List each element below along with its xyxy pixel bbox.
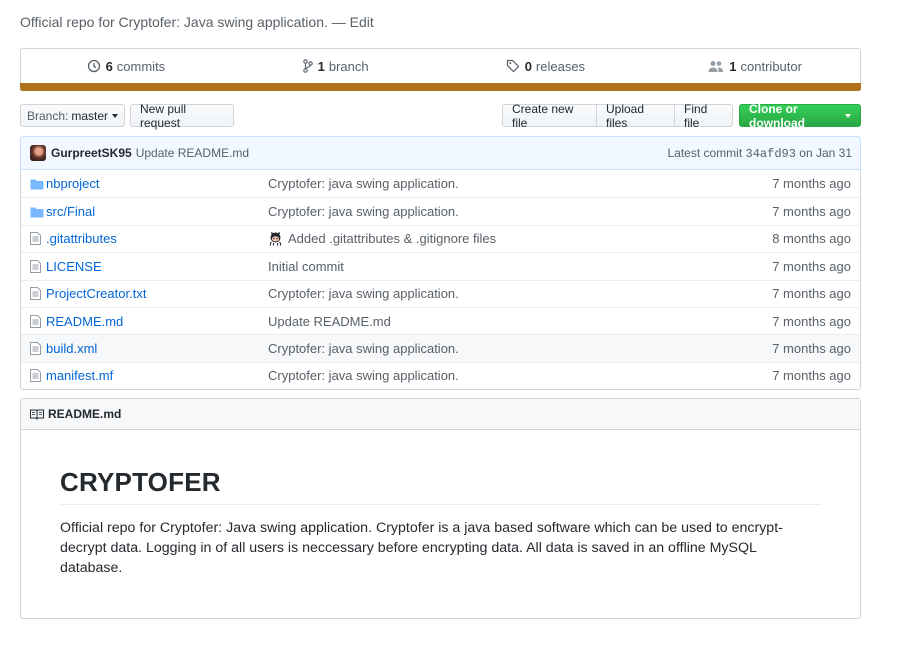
folder-icon — [21, 178, 46, 190]
file-icon — [21, 287, 46, 301]
contributors-label: contributor — [740, 58, 802, 74]
latest-commit-bar: GurpreetSK95 Update README.md Latest com… — [20, 136, 861, 170]
file-name-link[interactable]: LICENSE — [46, 259, 268, 274]
readme-body: CRYPTOFER Official repo for Cryptofer: J… — [21, 430, 860, 578]
file-age: 7 months ago — [772, 258, 851, 274]
repo-description-text: Official repo for Cryptofer: Java swing … — [20, 14, 328, 30]
commit-date: on Jan 31 — [799, 145, 852, 160]
file-icon — [21, 342, 46, 356]
contributors-count: 1 — [729, 58, 737, 74]
readme-panel: README.md CRYPTOFER Official repo for Cr… — [20, 398, 861, 619]
file-commit-message[interactable]: Cryptofer: java swing application. — [268, 176, 740, 191]
people-icon — [708, 60, 724, 72]
table-row: src/Final Cryptofer: java swing applicat… — [21, 197, 860, 224]
releases-label: releases — [535, 58, 586, 74]
file-age: 8 months ago — [772, 231, 851, 247]
file-icon — [21, 232, 46, 246]
file-commit-message[interactable]: Cryptofer: java swing application. — [268, 286, 740, 301]
clone-download-button[interactable]: Clone or download — [739, 101, 861, 130]
file-commit-message-cell: Added .gitattributes & .gitignore files — [268, 231, 740, 246]
commits-label: commits — [116, 58, 166, 74]
releases-link[interactable]: 0 releases — [441, 49, 651, 83]
branch-select-button[interactable]: Branch: master — [20, 104, 125, 127]
clone-label: Clone or download — [749, 101, 805, 130]
branch-icon — [302, 59, 313, 73]
branches-link[interactable]: 1 branch — [231, 49, 441, 83]
upload-files-button[interactable]: Upload files — [596, 102, 675, 130]
edit-description-link[interactable]: Edit — [350, 14, 374, 30]
file-name-link[interactable]: manifest.mf — [46, 368, 268, 383]
file-name-link[interactable]: src/Final — [46, 204, 268, 219]
new-pull-request-button[interactable]: New pull request — [130, 102, 234, 130]
file-commit-message[interactable]: Initial commit — [268, 259, 740, 274]
description-separator: — — [331, 14, 346, 30]
table-row: LICENSE Initial commit 7 months ago — [21, 252, 860, 279]
branches-label: branch — [328, 58, 369, 74]
file-age: 7 months ago — [772, 286, 851, 302]
caret-down-icon — [112, 113, 119, 118]
commit-sha[interactable]: 34afd93 — [746, 147, 796, 161]
table-row: .gitattributes Added .gitattributes & .g… — [21, 224, 860, 252]
table-row: build.xml Cryptofer: java swing applicat… — [21, 334, 860, 362]
file-commit-message[interactable]: Update README.md — [268, 314, 740, 329]
create-new-file-button[interactable]: Create new file — [502, 102, 597, 130]
readme-filename: README.md — [48, 407, 122, 421]
table-row: README.md Update README.md 7 months ago — [21, 306, 860, 334]
file-icon — [21, 259, 46, 273]
caret-down-icon — [845, 113, 851, 118]
file-commit-message[interactable]: Cryptofer: java swing application. — [268, 341, 740, 356]
commit-message[interactable]: Update README.md — [136, 146, 249, 160]
file-age: 7 months ago — [772, 368, 851, 384]
file-age: 7 months ago — [772, 176, 851, 192]
latest-commit-prefix: Latest commit — [667, 145, 743, 160]
repo-description: Official repo for Cryptofer: Java swing … — [20, 12, 374, 32]
book-icon — [30, 409, 44, 420]
history-icon — [87, 59, 100, 73]
language-bar[interactable] — [20, 83, 861, 91]
table-row: ProjectCreator.txt Cryptofer: java swing… — [21, 279, 860, 307]
file-age: 7 months ago — [772, 341, 851, 357]
branches-count: 1 — [317, 58, 325, 74]
commit-author[interactable]: GurpreetSK95 — [51, 146, 132, 160]
readme-paragraph: Official repo for Cryptofer: Java swing … — [60, 520, 783, 576]
file-age: 7 months ago — [772, 313, 851, 329]
releases-count: 0 — [524, 58, 532, 74]
branch-name: master — [71, 108, 109, 123]
commits-count: 6 — [105, 58, 113, 74]
file-commit-message[interactable]: Added .gitattributes & .gitignore files — [288, 231, 496, 246]
file-list: nbproject Cryptofer: java swing applicat… — [20, 170, 861, 391]
file-age: 7 months ago — [772, 204, 851, 220]
contributors-link[interactable]: 1 contributor — [650, 49, 860, 83]
file-icon — [21, 369, 46, 383]
file-name-link[interactable]: nbproject — [46, 176, 268, 191]
latest-commit-info: Latest commit 34afd93 on Jan 31 — [667, 146, 852, 161]
commits-link[interactable]: 6 commits — [21, 49, 231, 83]
table-row: manifest.mf Cryptofer: java swing applic… — [21, 361, 860, 389]
file-name-link[interactable]: README.md — [46, 314, 268, 329]
repo-summary: 6 commits 1 branch 0 releases 1 contribu… — [20, 48, 861, 91]
tag-icon — [506, 59, 520, 73]
folder-icon — [21, 206, 46, 218]
find-file-button[interactable]: Find file — [674, 102, 733, 130]
octocat-icon[interactable] — [268, 231, 283, 247]
file-commit-message[interactable]: Cryptofer: java swing application. — [268, 368, 740, 383]
file-icon — [21, 314, 46, 328]
file-name-link[interactable]: .gitattributes — [46, 231, 268, 246]
avatar[interactable] — [30, 145, 46, 161]
file-commit-message[interactable]: Cryptofer: java swing application. — [268, 204, 740, 219]
file-name-link[interactable]: build.xml — [46, 341, 268, 356]
readme-title: CRYPTOFER — [60, 466, 821, 505]
file-name-link[interactable]: ProjectCreator.txt — [46, 286, 268, 301]
readme-header: README.md — [21, 399, 860, 430]
table-row: nbproject Cryptofer: java swing applicat… — [21, 170, 860, 197]
branch-prefix: Branch: — [26, 108, 69, 123]
